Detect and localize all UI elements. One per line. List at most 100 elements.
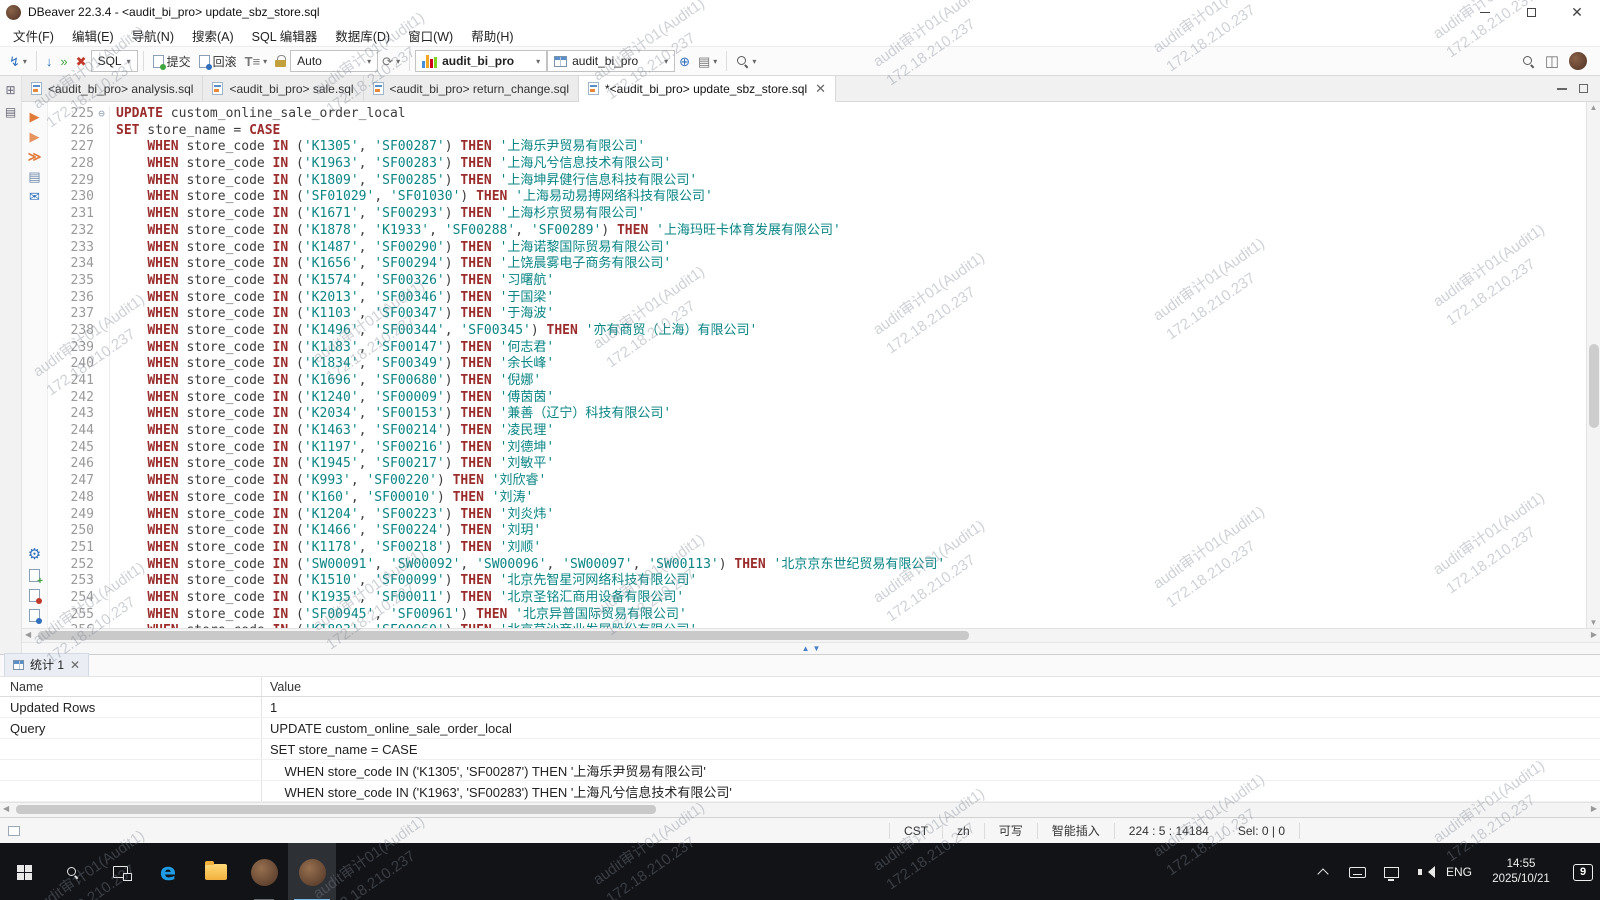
- tab-close-icon[interactable]: ✕: [815, 81, 826, 97]
- dbeaver-taskbar-button-active[interactable]: [288, 843, 336, 900]
- code-line: 241 WHEN store_code IN ('K1696', 'SF0068…: [48, 373, 1586, 390]
- notification-center-button[interactable]: 9: [1566, 843, 1600, 900]
- taskbar-search-button[interactable]: [48, 843, 96, 900]
- menu-item[interactable]: 窗口(W): [399, 26, 462, 45]
- statistics-tab[interactable]: 统计 1 ✕: [4, 653, 89, 676]
- horizontal-scroll-thumb[interactable]: [16, 805, 656, 814]
- editor-tab[interactable]: *<audit_bi_pro> update_sbz_store.sql✕: [579, 76, 836, 102]
- menu-item[interactable]: 帮助(H): [462, 26, 522, 45]
- maximize-view-icon[interactable]: [1579, 84, 1588, 93]
- volume-button[interactable]: [1408, 843, 1442, 900]
- panel-sash[interactable]: ▲ ▼: [22, 642, 1600, 654]
- commit-button[interactable]: 提交: [149, 49, 195, 73]
- transaction-mode-button[interactable]: T≡▾: [241, 49, 272, 73]
- save-file-icon[interactable]: [29, 589, 40, 602]
- network-button[interactable]: ⊕: [675, 49, 694, 73]
- new-file-icon[interactable]: [29, 569, 40, 582]
- rollback-button[interactable]: 回滚: [195, 49, 241, 73]
- menu-item[interactable]: 导航(N): [123, 26, 183, 45]
- code-area[interactable]: 225⊖UPDATE custom_online_sale_order_loca…: [48, 102, 1586, 628]
- editor-tab[interactable]: <audit_bi_pro> return_change.sql: [364, 76, 579, 101]
- schema-combo[interactable]: audit_bi_pro▾: [547, 50, 675, 72]
- search-menu-button[interactable]: ▾: [732, 49, 760, 73]
- restore-view-icon[interactable]: ▤: [5, 106, 16, 118]
- network-button[interactable]: [1374, 843, 1408, 900]
- menu-item[interactable]: SQL 编辑器: [243, 26, 327, 45]
- sash-down-icon[interactable]: ▼: [813, 645, 821, 653]
- task-view-button[interactable]: [96, 843, 144, 900]
- status-item: 可写: [984, 823, 1037, 839]
- editor-type-combo[interactable]: SQL▾: [91, 50, 138, 72]
- scroll-right-icon[interactable]: ▶: [1591, 630, 1597, 639]
- table-row[interactable]: Updated Rows1: [0, 697, 1600, 718]
- execute-script-icon[interactable]: ≫: [28, 150, 42, 163]
- table-row[interactable]: SET store_name = CASE: [0, 739, 1600, 760]
- horizontal-scroll-thumb[interactable]: [38, 631, 969, 640]
- connection-combo[interactable]: audit_bi_pro▾: [415, 50, 547, 72]
- dbeaver-icon: [299, 859, 326, 886]
- explain-plan-icon[interactable]: ▤: [28, 170, 40, 183]
- dbeaver-taskbar-button[interactable]: [240, 843, 288, 900]
- execute-new-tab-icon[interactable]: ▶: [30, 130, 40, 143]
- row-name-cell: Updated Rows: [0, 697, 262, 717]
- results-horizontal-scrollbar[interactable]: ◀ ▶: [0, 802, 1600, 817]
- editor-vertical-scrollbar[interactable]: ▲ ▼: [1586, 102, 1600, 628]
- file-explorer-button[interactable]: [192, 843, 240, 900]
- toolbar-separator: [36, 51, 37, 71]
- status-item: CST: [889, 823, 942, 839]
- new-connection-button[interactable]: ↯▾: [5, 49, 31, 73]
- table-row[interactable]: QueryUPDATE custom_online_sale_order_loc…: [0, 718, 1600, 739]
- close-button[interactable]: ✕: [1554, 0, 1600, 24]
- transaction-icon: T≡: [245, 55, 261, 68]
- cancel-button[interactable]: ✖: [72, 49, 91, 73]
- fold-marker[interactable]: ⊖: [94, 106, 110, 123]
- column-header-name[interactable]: Name: [0, 677, 262, 696]
- table-row[interactable]: WHEN store_code IN ('K1305', 'SF00287') …: [0, 760, 1600, 781]
- editor-horizontal-scrollbar[interactable]: ◀ ▶: [22, 628, 1600, 642]
- editor-tab[interactable]: <audit_bi_pro> analysis.sql: [22, 76, 203, 101]
- start-button[interactable]: [0, 843, 48, 900]
- table-row[interactable]: WHEN store_code IN ('K1963', 'SF00283') …: [0, 781, 1600, 802]
- clock[interactable]: 14:55 2025/10/21: [1476, 843, 1566, 900]
- maximize-button[interactable]: [1508, 0, 1554, 24]
- statusbar: CSTzh可写智能插入224 : 5 : 14184Sel: 0 | 0: [0, 817, 1600, 843]
- status-console-icon[interactable]: [8, 826, 20, 836]
- column-header-value[interactable]: Value: [262, 677, 1600, 696]
- output-button[interactable]: ▤▾: [694, 49, 721, 73]
- restore-navigator-icon[interactable]: ⊞: [5, 84, 15, 96]
- menu-item[interactable]: 文件(F): [4, 26, 63, 45]
- minimize-view-icon[interactable]: [1557, 88, 1567, 90]
- edge-button[interactable]: e: [144, 843, 192, 900]
- code-text: WHEN store_code IN ('K993', 'SF00220') T…: [116, 473, 546, 490]
- hidden-icons-button[interactable]: [1306, 843, 1340, 900]
- settings-gear-icon[interactable]: ⚙: [28, 547, 41, 562]
- refresh-button[interactable]: ⟳▾: [378, 49, 404, 73]
- vertical-scroll-thumb[interactable]: [1589, 344, 1599, 428]
- editor-tab[interactable]: <audit_bi_pro> sale.sql: [203, 76, 363, 101]
- quick-search-icon[interactable]: [1522, 55, 1535, 68]
- scroll-left-icon[interactable]: ◀: [25, 630, 31, 639]
- autocommit-lock-button[interactable]: [271, 49, 290, 73]
- menu-item[interactable]: 数据库(D): [326, 26, 399, 45]
- perspective-icon[interactable]: ◫: [1545, 54, 1559, 69]
- sash-up-icon[interactable]: ▲: [802, 645, 810, 653]
- execute-statement-icon[interactable]: ▶: [30, 110, 40, 123]
- language-indicator[interactable]: ENG: [1442, 843, 1476, 900]
- execute-button[interactable]: »: [56, 49, 71, 73]
- log-file-icon[interactable]: [29, 609, 40, 622]
- scroll-down-icon[interactable]: ▼: [1587, 618, 1600, 627]
- fetch-button[interactable]: ↓: [42, 49, 57, 73]
- minimize-button[interactable]: [1462, 0, 1508, 24]
- tab-close-icon[interactable]: ✕: [70, 658, 80, 672]
- commit-label: 提交: [167, 53, 191, 70]
- menu-item[interactable]: 搜索(A): [183, 26, 243, 45]
- scroll-up-icon[interactable]: ▲: [1587, 103, 1600, 112]
- results-rows: Updated Rows1QueryUPDATE custom_online_s…: [0, 697, 1600, 802]
- export-icon[interactable]: ✉: [29, 190, 40, 203]
- scroll-right-icon[interactable]: ▶: [1591, 804, 1597, 813]
- commit-mode-combo[interactable]: Auto▾: [290, 50, 378, 72]
- scroll-left-icon[interactable]: ◀: [3, 804, 9, 813]
- lock-icon: [275, 55, 286, 68]
- touch-keyboard-button[interactable]: [1340, 843, 1374, 900]
- menu-item[interactable]: 编辑(E): [63, 26, 123, 45]
